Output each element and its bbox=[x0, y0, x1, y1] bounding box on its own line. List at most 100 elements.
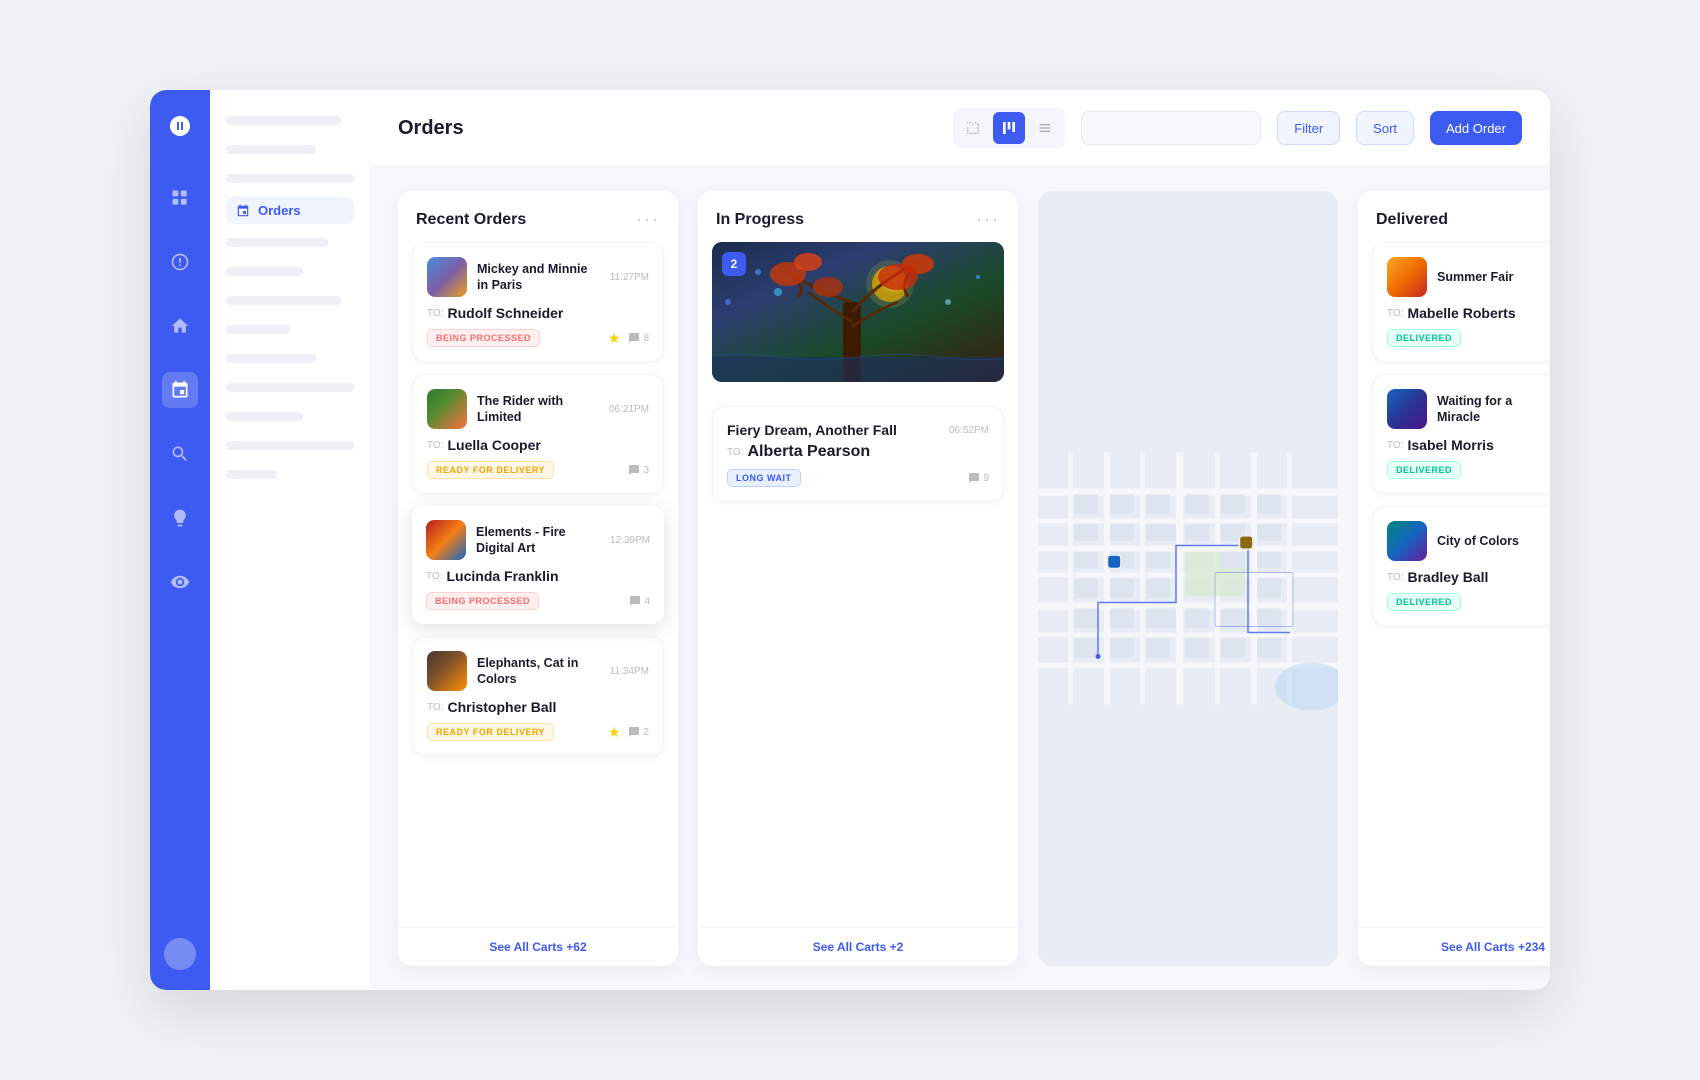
order-card-city[interactable]: City of Colors 11:27PM to: Bradley Ball … bbox=[1372, 506, 1550, 626]
card-title-elephants: Elephants, Cat in Colors bbox=[477, 655, 600, 688]
app-wrapper: Orders Orders bbox=[150, 90, 1550, 990]
card-thumb-city bbox=[1387, 521, 1427, 561]
floating-card-elements: Elements - Fire Digital Art 12:39PM to: … bbox=[412, 506, 664, 624]
sidebar: Orders bbox=[150, 90, 370, 990]
card-title-summer: Summer Fair bbox=[1437, 269, 1550, 285]
sidebar-item-orders[interactable]: Orders bbox=[226, 197, 354, 224]
add-order-button[interactable]: Add Order bbox=[1430, 111, 1522, 145]
card-title-city: City of Colors bbox=[1437, 533, 1550, 549]
order-card-fiery[interactable]: Fiery Dream, Another Fall 06:52PM to: Al… bbox=[712, 406, 1004, 502]
column-progress-header: In Progress ··· bbox=[698, 191, 1018, 242]
card-title-elements: Elements - Fire Digital Art bbox=[476, 524, 600, 557]
card-title-rider: The Rider with Limited bbox=[477, 393, 599, 426]
status-fiery: LONG WAIT bbox=[727, 469, 801, 487]
card-title-paris: Mickey and Minnie in Paris bbox=[477, 261, 600, 294]
column-progress-body: 2 Fiery Dream, Another Fall 06:52PM to: bbox=[698, 242, 1018, 927]
star-paris: ★ bbox=[608, 330, 621, 347]
map-svg bbox=[1038, 191, 1338, 966]
view-btn-kanban[interactable] bbox=[993, 112, 1025, 144]
column-recent-header: Recent Orders ··· bbox=[398, 191, 678, 242]
order-card-paris[interactable]: Mickey and Minnie in Paris 11:27PM to: R… bbox=[412, 242, 664, 362]
column-delivered-header: Delivered ··· bbox=[1358, 191, 1550, 242]
kanban-board: Recent Orders ··· Mickey and Minnie in P… bbox=[370, 167, 1550, 990]
comments-rider: 3 bbox=[628, 464, 649, 476]
view-btn-table[interactable] bbox=[957, 112, 989, 144]
map-area bbox=[1038, 191, 1338, 966]
app-logo bbox=[164, 110, 196, 142]
order-card-rider[interactable]: The Rider with Limited 06:21PM to: Luell… bbox=[412, 374, 664, 494]
user-avatar[interactable] bbox=[164, 938, 196, 970]
card-to-city: Bradley Ball bbox=[1407, 569, 1488, 585]
column-recent-title: Recent Orders bbox=[416, 211, 526, 229]
column-recent-body: Mickey and Minnie in Paris 11:27PM to: R… bbox=[398, 242, 678, 927]
comments-paris: 8 bbox=[628, 332, 649, 344]
nav-icon-search[interactable] bbox=[162, 436, 198, 472]
nav-icon-eye[interactable] bbox=[162, 564, 198, 600]
search-input[interactable] bbox=[1081, 111, 1261, 145]
status-rider: READY FOR DELIVERY bbox=[427, 461, 554, 479]
card-time-paris: 11:27PM bbox=[610, 272, 649, 283]
column-delivered: Delivered ··· Summer Fair 11:27PM bbox=[1358, 191, 1550, 966]
star-elephants: ★ bbox=[608, 724, 621, 741]
nav-icon-orders[interactable] bbox=[162, 372, 198, 408]
sidebar-nav bbox=[150, 90, 210, 990]
card-time-rider: 06:21PM bbox=[609, 404, 649, 415]
card-to-paris: Rudolf Schneider bbox=[447, 305, 563, 321]
column-in-progress: In Progress ··· bbox=[698, 191, 1018, 966]
card-title-waiting: Waiting for a Miracle bbox=[1437, 393, 1550, 426]
card-thumb-waiting bbox=[1387, 389, 1427, 429]
column-delivered-body: Summer Fair 11:27PM to: Mabelle Roberts … bbox=[1358, 242, 1550, 927]
card-time-fiery: 06:52PM bbox=[949, 425, 989, 436]
card-to-fiery: Alberta Pearson bbox=[747, 443, 870, 461]
order-card-summer[interactable]: Summer Fair 11:27PM to: Mabelle Roberts … bbox=[1372, 242, 1550, 362]
column-recent-menu[interactable]: ··· bbox=[636, 209, 660, 230]
column-progress-menu[interactable]: ··· bbox=[976, 209, 1000, 230]
header: Orders Filter Sort Add Order bbox=[370, 90, 1550, 167]
card-time-elephants: 11:34PM bbox=[610, 666, 649, 677]
nav-icon-dashboard[interactable] bbox=[162, 180, 198, 216]
card-to-rider: Luella Cooper bbox=[447, 437, 540, 453]
main-content: Orders Filter Sort Add Order bbox=[370, 90, 1550, 990]
card-thumb-paris bbox=[427, 257, 467, 297]
fiery-dream-svg bbox=[712, 242, 1004, 382]
card-thumb-elephants bbox=[427, 651, 467, 691]
order-card-elephants[interactable]: Elephants, Cat in Colors 11:34PM to: Chr… bbox=[412, 636, 664, 756]
card-thumb-rider bbox=[427, 389, 467, 429]
status-paris: BEING PROCESSED bbox=[427, 329, 540, 347]
sidebar-list: Orders bbox=[210, 90, 370, 990]
view-toggle bbox=[953, 108, 1065, 148]
order-card-waiting[interactable]: Waiting for a Miracle 11:27PM to: Isabel… bbox=[1372, 374, 1550, 494]
comments-elephants: 2 bbox=[628, 726, 649, 738]
nav-icon-lightbulb[interactable] bbox=[162, 500, 198, 536]
filter-button[interactable]: Filter bbox=[1277, 111, 1340, 145]
status-elephants: READY FOR DELIVERY bbox=[427, 723, 554, 741]
page-title: Orders bbox=[398, 117, 937, 140]
status-city: DELIVERED bbox=[1387, 593, 1461, 611]
nav-icon-analytics[interactable] bbox=[162, 244, 198, 280]
comments-elements: 4 bbox=[629, 595, 650, 607]
card-thumb-elements bbox=[426, 520, 466, 560]
column-delivered-title: Delivered bbox=[1376, 211, 1448, 229]
status-waiting: DELIVERED bbox=[1387, 461, 1461, 479]
nav-icon-home[interactable] bbox=[162, 308, 198, 344]
card-thumb-summer bbox=[1387, 257, 1427, 297]
card-title-fiery: Fiery Dream, Another Fall bbox=[727, 421, 939, 439]
card-to-elephants: Christopher Ball bbox=[447, 699, 556, 715]
sort-button[interactable]: Sort bbox=[1356, 111, 1414, 145]
card-to-label: to: bbox=[427, 308, 443, 319]
see-all-progress[interactable]: See All Carts +2 bbox=[698, 927, 1018, 966]
view-btn-list[interactable] bbox=[1029, 112, 1061, 144]
see-all-delivered[interactable]: See All Carts +234 bbox=[1358, 927, 1550, 966]
see-all-recent[interactable]: See All Carts +62 bbox=[398, 927, 678, 966]
featured-badge: 2 bbox=[722, 252, 746, 276]
featured-artwork: 2 bbox=[712, 242, 1004, 382]
comments-fiery: 9 bbox=[968, 472, 989, 484]
card-time-elements: 12:39PM bbox=[610, 535, 650, 546]
card-to-summer: Mabelle Roberts bbox=[1407, 305, 1515, 321]
card-to-waiting: Isabel Morris bbox=[1407, 437, 1493, 453]
card-to-elements: Lucinda Franklin bbox=[446, 568, 558, 584]
status-elements: BEING PROCESSED bbox=[426, 592, 539, 610]
status-summer: DELIVERED bbox=[1387, 329, 1461, 347]
column-progress-title: In Progress bbox=[716, 211, 804, 229]
column-recent-orders: Recent Orders ··· Mickey and Minnie in P… bbox=[398, 191, 678, 966]
